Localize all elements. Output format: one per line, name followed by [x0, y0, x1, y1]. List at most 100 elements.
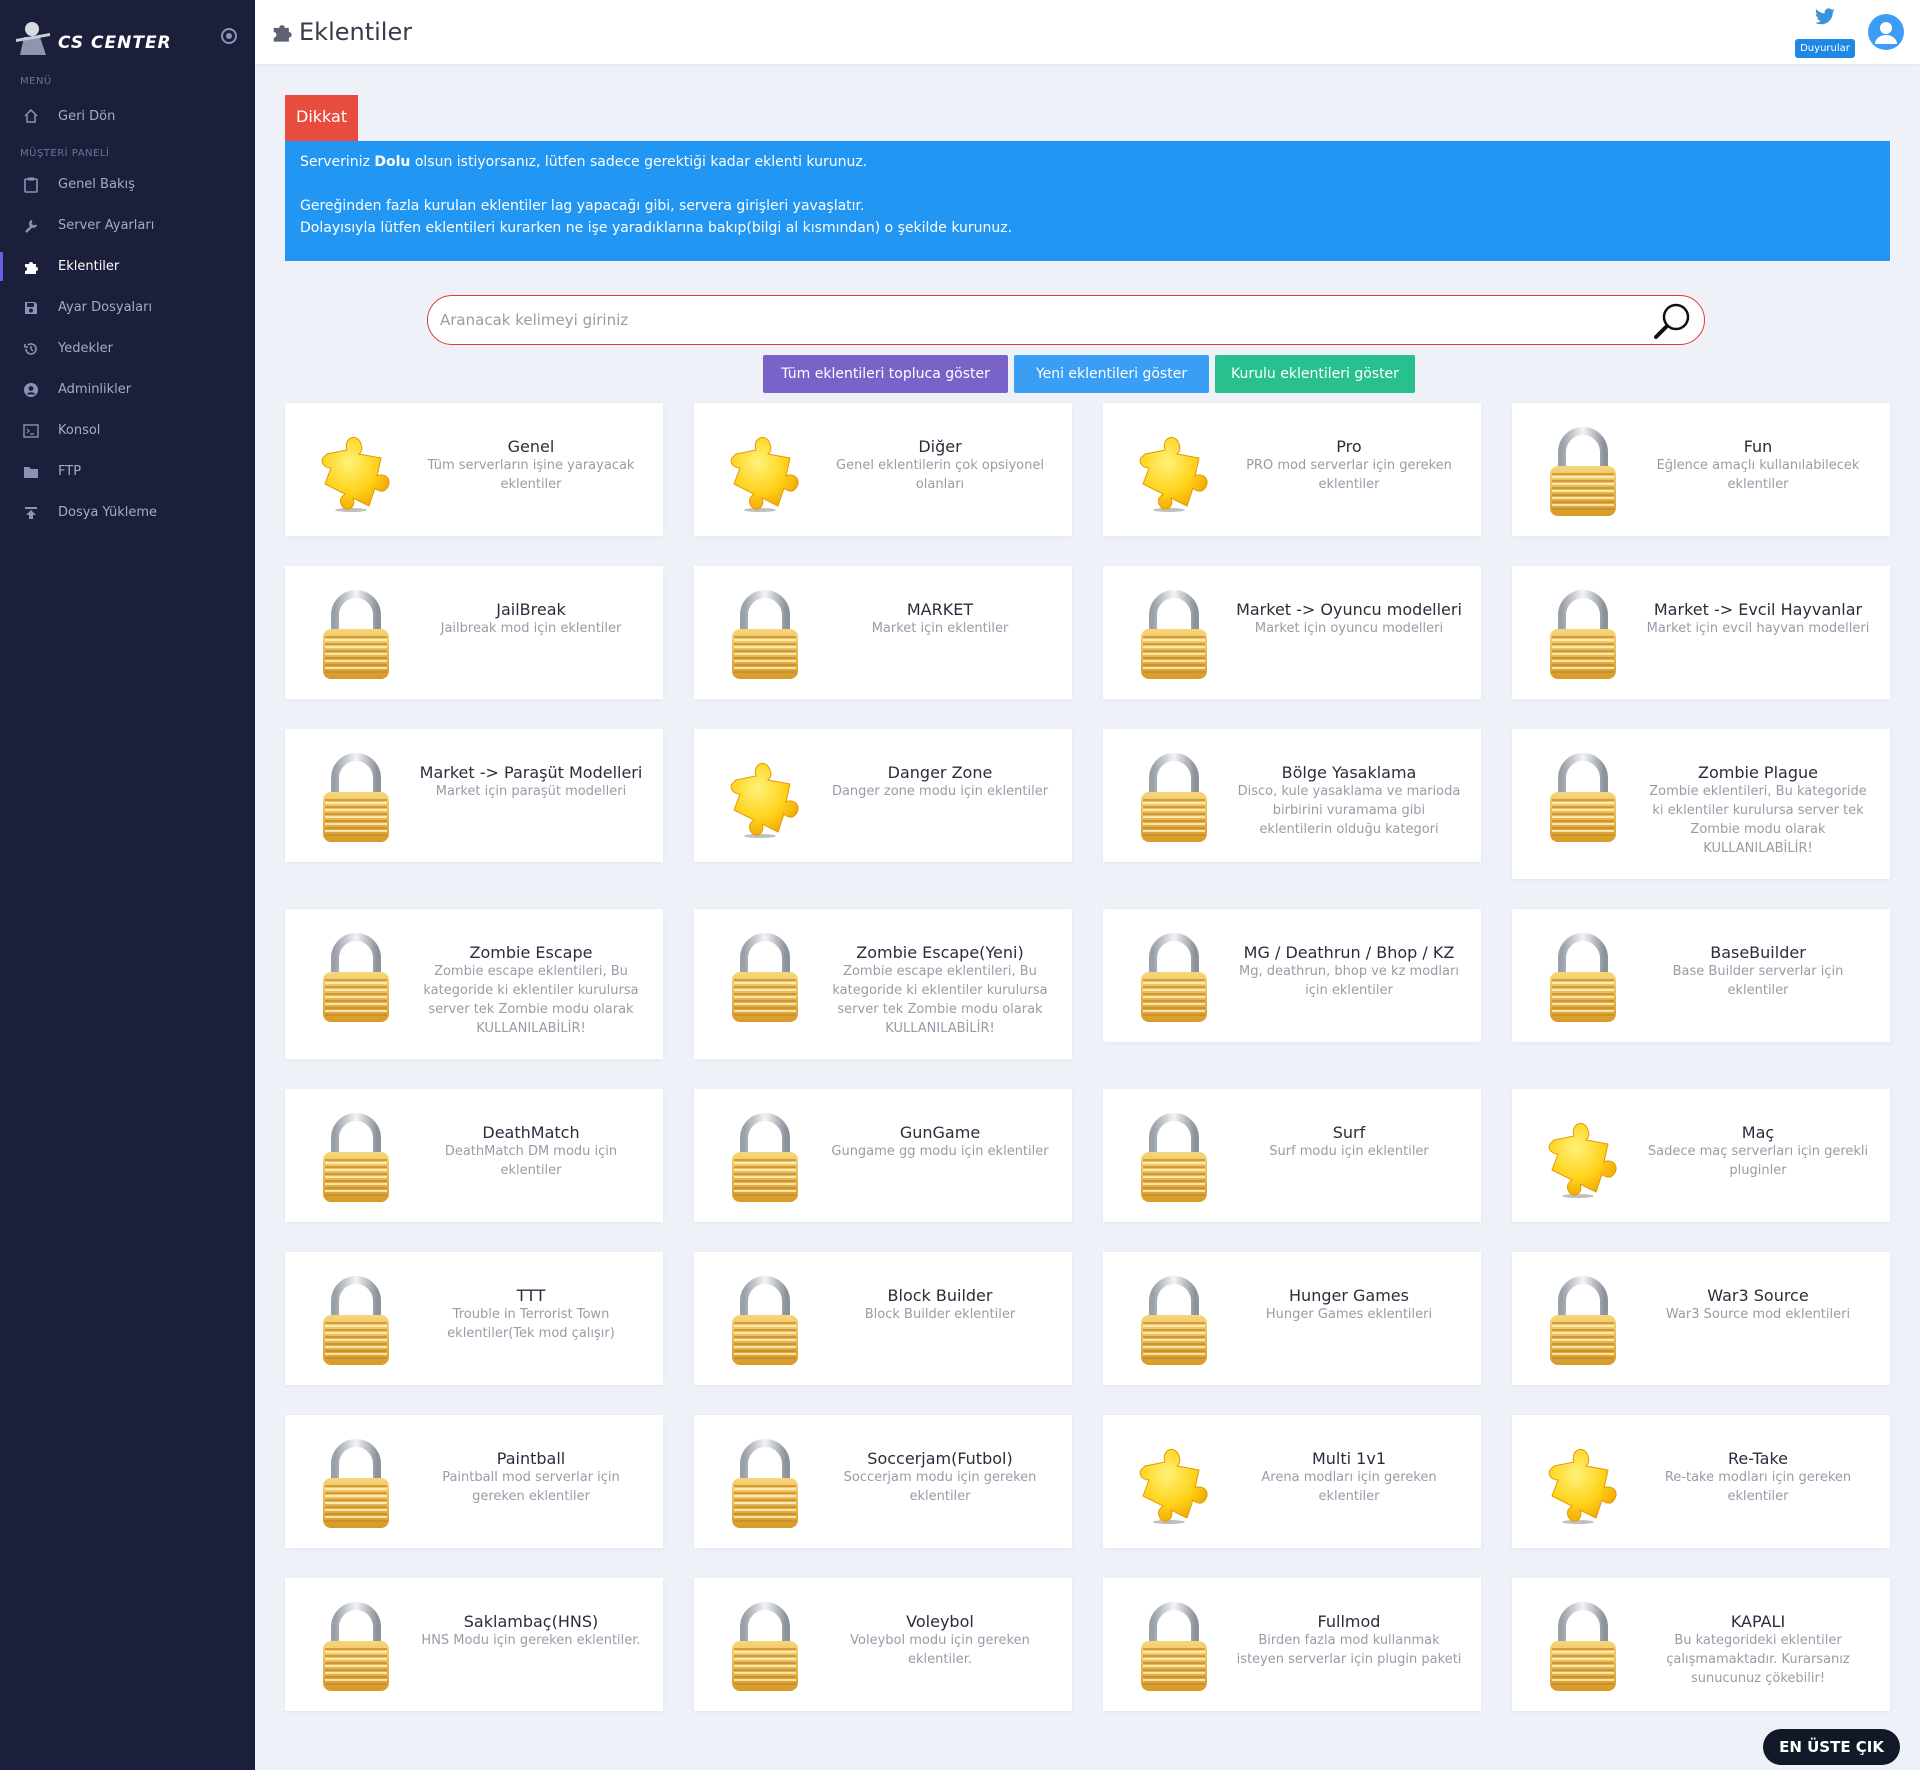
- category-description: HNS Modu için gereken eklentiler.: [421, 1633, 641, 1648]
- category-description: Genel eklentilerin çok opsiyonel olanlar…: [836, 458, 1044, 492]
- category-card[interactable]: War3 Source War3 Source mod eklentileri: [1512, 1252, 1890, 1385]
- category-card[interactable]: BaseBuilder Base Builder serverlar için e…: [1512, 909, 1890, 1042]
- category-text: Saklambaç(HNS) HNS Modu için gereken ekle…: [399, 1596, 645, 1650]
- category-description: Arena modları için gereken eklentiler: [1261, 1470, 1437, 1504]
- category-card[interactable]: Maç Sadece maç serverları için gerekli pl…: [1512, 1089, 1890, 1222]
- category-card[interactable]: Block Builder Block Builder eklentiler: [694, 1252, 1072, 1385]
- sidebar-item-dosya-yukleme[interactable]: Dosya Yükleme: [0, 492, 255, 533]
- puzzle-icon: [22, 258, 40, 276]
- announcements[interactable]: Duyurular: [1792, 6, 1858, 58]
- category-title: Market -> Oyuncu modelleri: [1236, 600, 1462, 619]
- filter-buttons: Tüm eklentileri topluca göster Yeni ekle…: [763, 355, 1415, 393]
- category-card[interactable]: Multi 1v1 Arena modları için gereken ekle…: [1103, 1415, 1481, 1548]
- category-title: Market -> Evcil Hayvanlar: [1653, 600, 1863, 619]
- category-title: BaseBuilder: [1710, 943, 1806, 962]
- scroll-top-button[interactable]: EN ÜSTE ÇIK: [1763, 1729, 1900, 1765]
- save-icon: [22, 299, 40, 317]
- category-card[interactable]: Market -> Evcil Hayvanlar Market için evc…: [1512, 566, 1890, 699]
- show-installed-button[interactable]: Kurulu eklentileri göster: [1215, 355, 1415, 393]
- category-description: Tüm serverların işine yarayacak eklentil…: [427, 458, 635, 492]
- category-text: Market -> Oyuncu modelleri Market için oy…: [1217, 584, 1463, 638]
- category-card[interactable]: Zombie Escape Zombie escape eklentileri, …: [285, 909, 663, 1059]
- puzzle-icon: [313, 424, 399, 518]
- sidebar-item-eklentiler[interactable]: Eklentiler: [0, 246, 255, 287]
- avatar[interactable]: [1868, 14, 1904, 50]
- category-card[interactable]: Hunger Games Hunger Games eklentileri: [1103, 1252, 1481, 1385]
- sidebar-item-genel-bakis[interactable]: Genel Bakış: [0, 164, 255, 205]
- sidebar-item-label: Genel Bakış: [58, 177, 135, 192]
- lock-icon: [313, 587, 399, 681]
- category-card[interactable]: Voleybol Voleybol modu için gereken eklen…: [694, 1578, 1072, 1711]
- category-card[interactable]: TTT Trouble in Terrorist Town eklentiler(…: [285, 1252, 663, 1385]
- brand[interactable]: CS CENTER: [0, 0, 255, 72]
- category-title: Zombie Escape(Yeni): [856, 943, 1024, 962]
- category-title: KAPALI: [1730, 1612, 1786, 1631]
- show-new-button[interactable]: Yeni eklentileri göster: [1014, 355, 1209, 393]
- sidebar-item-ftp[interactable]: FTP: [0, 451, 255, 492]
- category-card[interactable]: Market -> Paraşüt Modelleri Market için p…: [285, 729, 663, 862]
- category-card[interactable]: KAPALI Bu kategorideki eklentiler çalışma…: [1512, 1578, 1890, 1711]
- lock-icon: [722, 1436, 808, 1530]
- category-card[interactable]: Surf Surf modu için eklentiler: [1103, 1089, 1481, 1222]
- category-card[interactable]: DeathMatch DeathMatch DM modu için eklent…: [285, 1089, 663, 1222]
- terminal-icon: [22, 422, 40, 440]
- category-description: Disco, kule yasaklama ve marioda birbiri…: [1237, 784, 1461, 837]
- category-text: Re-Take Re-take modları için gereken ekle…: [1626, 1433, 1872, 1506]
- category-text: Market -> Paraşüt Modelleri Market için p…: [399, 747, 645, 801]
- category-card[interactable]: Diğer Genel eklentilerin çok opsiyonel ol…: [694, 403, 1072, 536]
- announcements-badge[interactable]: Duyurular: [1795, 39, 1855, 58]
- category-card[interactable]: Paintball Paintball mod serverlar için ge…: [285, 1415, 663, 1548]
- category-card[interactable]: Re-Take Re-take modları için gereken ekle…: [1512, 1415, 1890, 1548]
- category-title: Surf: [1332, 1123, 1366, 1142]
- category-title: Fullmod: [1317, 1612, 1381, 1631]
- category-card[interactable]: Fullmod Birden fazla mod kullanmak isteye…: [1103, 1578, 1481, 1711]
- category-card[interactable]: Pro PRO mod serverlar için gereken eklent…: [1103, 403, 1481, 536]
- category-card[interactable]: MARKET Market için eklentiler: [694, 566, 1072, 699]
- search-input[interactable]: [428, 296, 1608, 344]
- sidebar-item-adminlikler[interactable]: Adminlikler: [0, 369, 255, 410]
- collapse-sidebar-icon[interactable]: [221, 28, 237, 44]
- category-card[interactable]: JailBreak Jailbreak mod için eklentiler: [285, 566, 663, 699]
- lock-icon: [1131, 930, 1217, 1024]
- puzzle-icon: [722, 424, 808, 518]
- category-card[interactable]: MG / Deathrun / Bhop / KZ Mg, deathrun, b…: [1103, 909, 1481, 1042]
- search-icon[interactable]: [1652, 300, 1694, 342]
- sidebar-item-geri-don[interactable]: Geri Dön: [0, 92, 255, 140]
- category-card[interactable]: Zombie Plague Zombie eklentileri, Bu kate…: [1512, 729, 1890, 879]
- sidebar-item-ayar-dosyalari[interactable]: Ayar Dosyaları: [0, 287, 255, 328]
- category-card[interactable]: Saklambaç(HNS) HNS Modu için gereken ekle…: [285, 1578, 663, 1711]
- alert-line-3: Dolayısıyla lütfen eklentileri kurarken …: [300, 220, 1013, 236]
- lock-icon: [1540, 1273, 1626, 1367]
- twitter-icon[interactable]: [1814, 8, 1836, 26]
- puzzle-icon: [1131, 1436, 1217, 1530]
- category-card[interactable]: Danger Zone Danger zone modu için eklenti…: [694, 729, 1072, 862]
- lock-icon: [1131, 1599, 1217, 1693]
- category-card[interactable]: Fun Eğlence amaçlı kullanılabilecek eklen…: [1512, 403, 1890, 536]
- sidebar-item-yedekler[interactable]: Yedekler: [0, 328, 255, 369]
- category-card[interactable]: Genel Tüm serverların işine yarayacak ekl…: [285, 403, 663, 536]
- category-title: Pro: [1336, 437, 1362, 456]
- lock-icon: [313, 930, 399, 1024]
- category-text: Soccerjam(Futbol) Soccerjam modu için ger…: [808, 1433, 1054, 1506]
- category-card[interactable]: Zombie Escape(Yeni) Zombie escape eklenti…: [694, 909, 1072, 1059]
- category-card[interactable]: GunGame Gungame gg modu için eklentiler: [694, 1089, 1072, 1222]
- category-description: Market için oyuncu modelleri: [1254, 621, 1444, 636]
- category-description: Bu kategorideki eklentiler çalışmamaktad…: [1666, 1633, 1850, 1686]
- category-text: Surf Surf modu için eklentiler: [1217, 1107, 1463, 1161]
- category-card[interactable]: Bölge Yasaklama Disco, kule yasaklama ve …: [1103, 729, 1481, 862]
- puzzle-icon: [722, 750, 808, 844]
- category-title: Saklambaç(HNS): [463, 1612, 599, 1631]
- category-text: MARKET Market için eklentiler: [808, 584, 1054, 638]
- category-title: Soccerjam(Futbol): [867, 1449, 1013, 1468]
- sidebar-item-server-ayarlari[interactable]: Server Ayarları: [0, 205, 255, 246]
- category-card[interactable]: Soccerjam(Futbol) Soccerjam modu için ger…: [694, 1415, 1072, 1548]
- show-all-button[interactable]: Tüm eklentileri topluca göster: [763, 355, 1008, 393]
- category-description: War3 Source mod eklentileri: [1665, 1307, 1851, 1322]
- lock-icon: [722, 587, 808, 681]
- category-card[interactable]: Market -> Oyuncu modelleri Market için oy…: [1103, 566, 1481, 699]
- sidebar-item-konsol[interactable]: Konsol: [0, 410, 255, 451]
- lock-icon: [313, 1273, 399, 1367]
- category-text: Danger Zone Danger zone modu için eklenti…: [808, 747, 1054, 801]
- category-title: Diğer: [918, 437, 962, 456]
- logo-icon: [16, 22, 50, 55]
